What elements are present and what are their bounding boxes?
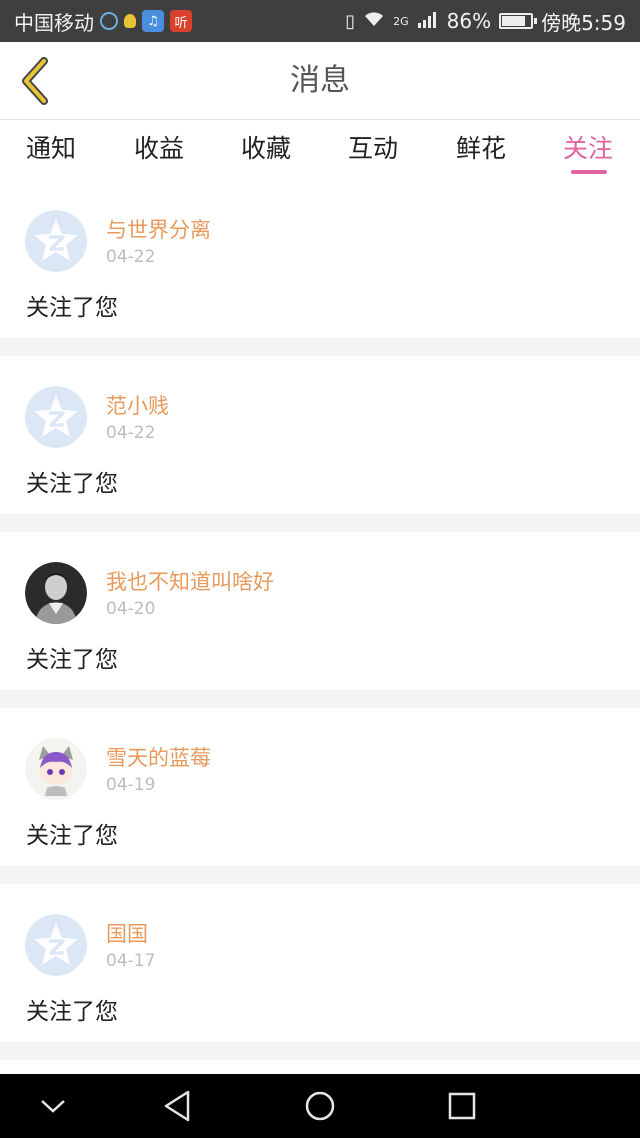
avatar[interactable] [25, 210, 87, 272]
active-tab-indicator [571, 170, 607, 174]
username[interactable]: 与世界分离 [106, 214, 211, 244]
follow-notification-list: 与世界分离 04-22 关注了您 范小贱 04-22 关注了您 我也不知道叫啥好 [0, 180, 640, 1100]
chevron-down-icon [41, 1100, 65, 1113]
notification-text: 关注了您 [26, 471, 118, 497]
system-nav-bar [0, 1074, 640, 1138]
avatar[interactable] [25, 914, 87, 976]
tab-favorites[interactable]: 收藏 [241, 120, 291, 180]
notification-text: 关注了您 [26, 823, 118, 849]
username[interactable]: 国国 [106, 918, 148, 948]
nav-back-button[interactable] [157, 1086, 197, 1126]
square-recents-icon [448, 1092, 476, 1120]
date: 04-17 [106, 951, 156, 971]
date: 04-22 [106, 247, 156, 267]
battery-percent: 86% [446, 9, 492, 33]
username[interactable]: 范小贱 [106, 390, 169, 420]
list-item[interactable]: 与世界分离 04-22 关注了您 [0, 180, 640, 338]
list-item[interactable]: 我也不知道叫啥好 04-20 关注了您 [0, 532, 640, 690]
wifi-icon [363, 9, 385, 33]
bulb-icon [124, 14, 136, 28]
notification-text: 关注了您 [26, 647, 118, 673]
list-item[interactable]: 国国 04-17 关注了您 [0, 884, 640, 1042]
default-avatar-icon [25, 210, 87, 272]
default-avatar-icon [25, 914, 87, 976]
notification-text: 关注了您 [26, 295, 118, 321]
music-icon: ♫ [142, 10, 164, 32]
anime-avatar [25, 738, 87, 800]
header-bar: 消息 [0, 42, 640, 120]
avatar[interactable] [25, 386, 87, 448]
vpn-icon [100, 12, 118, 30]
network-type-label: 2G [393, 14, 409, 28]
tab-flowers[interactable]: 鲜花 [456, 120, 506, 180]
tab-notification[interactable]: 通知 [26, 120, 76, 180]
nav-home-button[interactable] [300, 1086, 340, 1126]
circle-home-icon [305, 1091, 335, 1121]
collapse-button[interactable] [33, 1086, 73, 1126]
status-bar: 中国移动 ♫ 听 ▯ 2G 86% 傍晚5:59 [0, 0, 640, 42]
tab-interaction[interactable]: 互动 [348, 120, 398, 180]
default-avatar-icon [25, 386, 87, 448]
battery-icon [499, 13, 538, 29]
clock: 傍晚5:59 [541, 10, 626, 35]
signal-icon [417, 9, 439, 33]
date: 04-20 [106, 599, 156, 619]
date: 04-19 [106, 775, 156, 795]
tab-earnings[interactable]: 收益 [134, 120, 184, 180]
list-item[interactable]: 雪天的蓝莓 04-19 关注了您 [0, 708, 640, 866]
list-item[interactable]: 范小贱 04-22 关注了您 [0, 356, 640, 514]
listen-app-icon: 听 [170, 10, 192, 32]
notification-text: 关注了您 [26, 999, 118, 1025]
tab-bar: 通知 收益 收藏 互动 鲜花 关注 [0, 120, 640, 180]
triangle-back-icon [164, 1090, 190, 1122]
username[interactable]: 我也不知道叫啥好 [106, 566, 274, 596]
date: 04-22 [106, 423, 156, 443]
carrier-label: 中国移动 [14, 10, 94, 35]
nav-recents-button[interactable] [442, 1086, 482, 1126]
vibrate-icon: ▯ [345, 10, 356, 32]
page-title: 消息 [290, 63, 350, 98]
avatar[interactable] [25, 738, 87, 800]
username[interactable]: 雪天的蓝莓 [106, 742, 211, 772]
user-photo-avatar [25, 562, 87, 624]
avatar[interactable] [25, 562, 87, 624]
